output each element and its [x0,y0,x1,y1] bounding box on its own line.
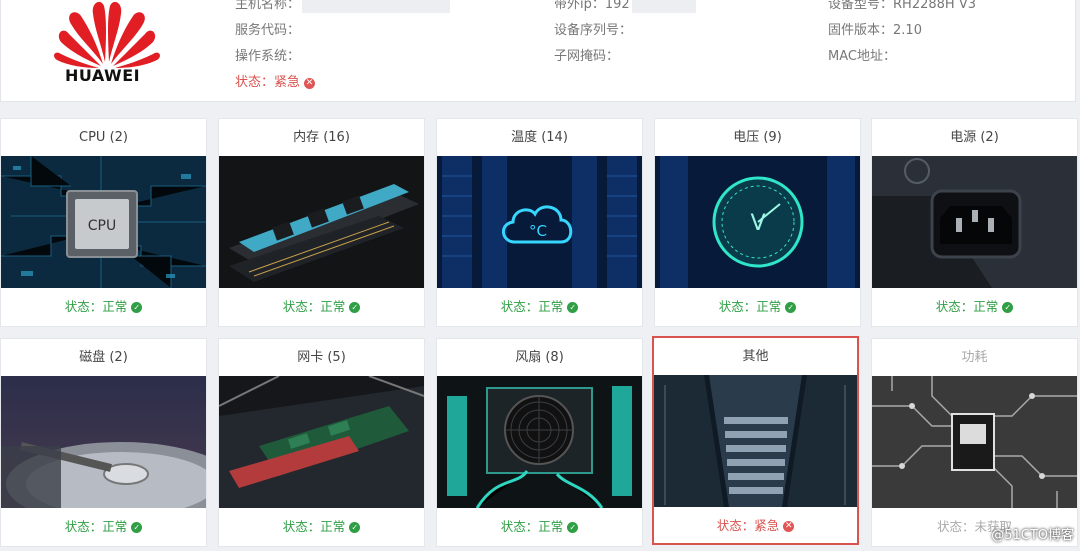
card-title: 风扇 (8) [515,350,564,365]
os-label: 操作系统： [235,49,301,64]
card-memory[interactable]: 内存 (16) 状态：正常 ✓ [218,118,425,327]
status-text: 状态：正常 [500,519,564,534]
temperature-cloud-image: °C [437,156,642,288]
card-fan[interactable]: 风扇 (8) 状态：正常 ✓ [436,338,643,547]
hostname-masked-value [302,0,451,13]
card-title: CPU (2) [79,130,128,145]
os-row: 操作系统： [235,47,450,73]
card-status: 状态：正常 ✓ [437,288,642,326]
network-card-image [219,376,424,508]
check-circle-icon: ✓ [785,302,797,313]
card-status: 状态：正常 ✓ [1,288,206,326]
bmc-ip-masked [631,0,696,13]
card-temperature[interactable]: 温度 (14) °C 状态：正常 ✓ [436,118,643,327]
info-column-2: 带外ip： 192 设备序列号： 子网掩码： [554,0,696,73]
subnet-label: 子网掩码： [554,49,620,64]
card-title: 电压 (9) [733,130,782,145]
service-code-row: 服务代码： [235,21,450,47]
card-status: 状态：正常 ✓ [1,508,206,546]
card-title: 电源 (2) [950,130,999,145]
check-circle-icon: ✓ [131,302,143,313]
service-code-label: 服务代码： [235,23,301,38]
circuit-board-image [872,376,1077,508]
status-text: 状态：正常 [282,519,346,534]
alert-x-icon: ✕ [304,78,316,89]
check-circle-icon: ✓ [349,522,361,533]
hostname-label: 主机名称： [235,0,301,12]
card-title: 磁盘 (2) [79,350,128,365]
card-power-consumption[interactable]: 功耗 状态：未获取 [871,338,1078,547]
mac-row: MAC地址： [828,47,976,73]
hard-disk-image [1,376,206,508]
check-circle-icon: ✓ [567,302,579,313]
serial-label: 设备序列号： [554,23,633,38]
subnet-row: 子网掩码： [554,47,696,73]
cpu-chip-image: CPU [1,156,206,288]
check-circle-icon: ✓ [349,302,361,313]
firmware-value: 2.10 [893,23,922,38]
info-column-3: 设备型号： RH2288H V3 固件版本： 2.10 MAC地址： [828,0,976,73]
check-circle-icon: ✓ [567,522,579,533]
status-text: 状态：正常 [500,299,564,314]
card-title: 功耗 [961,350,988,365]
memory-modules-image [219,156,424,288]
voltage-gauge-image: V [655,156,860,288]
status-text: 状态：紧急 [716,518,780,533]
card-status: 状态：正常 ✓ [219,288,424,326]
brand-name: HUAWEI [65,66,141,85]
card-cpu[interactable]: CPU (2) CPU 状态：正常 ✓ [0,118,207,327]
server-rack-image [654,375,857,507]
server-info-panel: HUAWEI 主机名称： 服务代码： 操作系统： 状态：紧急 ✕ 带外ip： 1… [0,0,1076,102]
card-status: 状态：正常 ✓ [219,508,424,546]
card-title: 内存 (16) [293,130,350,145]
status-text: 状态：正常 [282,299,346,314]
check-circle-icon: ✓ [1002,302,1014,313]
status-text: 状态：正常 [718,299,782,314]
card-title: 网卡 (5) [297,350,346,365]
overall-status-row: 状态：紧急 ✕ [235,73,450,99]
card-other[interactable]: 其他 状态：紧急 ✕ [652,336,859,545]
card-disk[interactable]: 磁盘 (2) 状态：正常 ✓ [0,338,207,547]
card-power-supply[interactable]: 电源 (2) 状态：正常 ✓ [871,118,1078,327]
svg-text:CPU: CPU [88,218,116,234]
model-label: 设备型号： [828,0,894,12]
watermark-text: @51CTO博客 [991,528,1074,543]
svg-text:V: V [750,211,765,236]
mac-label: MAC地址： [828,49,896,64]
card-status: 状态：紧急 ✕ [654,507,857,545]
model-value: RH2288H V3 [893,0,976,12]
status-text: 状态：正常 [935,299,999,314]
card-nic[interactable]: 网卡 (5) 状态：正常 ✓ [218,338,425,547]
overall-status-text: 状态：紧急 [235,75,301,90]
card-status: 状态：正常 ✓ [655,288,860,326]
alert-x-icon: ✕ [783,521,795,532]
card-status: 状态：正常 ✓ [437,508,642,546]
bmc-ip-label: 带外ip： [554,0,605,12]
firmware-row: 固件版本： 2.10 [828,21,976,47]
status-text: 状态：正常 [64,519,128,534]
bmc-ip-value: 192 [604,0,630,12]
card-title: 温度 (14) [511,130,568,145]
firmware-label: 固件版本： [828,23,894,38]
status-text: 状态：正常 [64,299,128,314]
card-title: 其他 [742,349,769,364]
power-socket-image [872,156,1077,288]
svg-text:°C: °C [529,222,547,240]
model-row: 设备型号： RH2288H V3 [828,0,976,21]
serial-row: 设备序列号： [554,21,696,47]
bmc-ip-row: 带外ip： 192 [554,0,696,21]
check-circle-icon: ✓ [131,522,143,533]
card-voltage[interactable]: 电压 (9) V 状态：正常 ✓ [654,118,861,327]
info-column-1: 主机名称： 服务代码： 操作系统： 状态：紧急 ✕ [235,0,451,99]
fan-image [437,376,642,508]
hostname-row: 主机名称： [235,0,451,21]
card-status: 状态：正常 ✓ [872,288,1077,326]
